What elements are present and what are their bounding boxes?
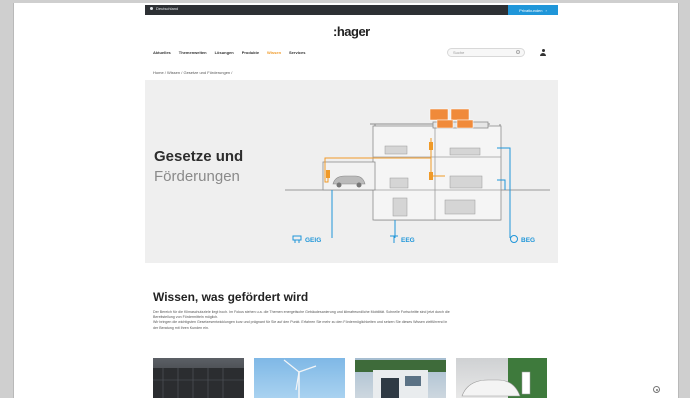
- nav-item-services[interactable]: Services: [289, 50, 305, 55]
- nav-item-aktuelles[interactable]: Aktuelles: [153, 50, 171, 55]
- location-pin-icon: [150, 7, 153, 10]
- beg-icon: [510, 235, 518, 243]
- user-icon[interactable]: [540, 49, 546, 56]
- wind-turbine-image: [283, 359, 317, 398]
- customer-type-label: Privatkunden: [519, 7, 543, 13]
- section-paragraph-2: Wir bringen die wichtigsten Gesetzesentw…: [153, 320, 448, 330]
- nav-item-produkte[interactable]: Produkte: [242, 50, 259, 55]
- hero-banner: GEIG EEG BEG Gesetze und Förderungen: [145, 80, 558, 263]
- teaser-image-house[interactable]: [355, 358, 446, 398]
- chevron-right-icon: ›: [545, 7, 547, 13]
- hero-title-line2: Förderungen: [154, 168, 240, 185]
- nav-item-themenwelten[interactable]: Themenwelten: [179, 50, 207, 55]
- building-facade-image: [153, 368, 244, 398]
- teaser-images: [153, 358, 547, 398]
- settings-fab-icon[interactable]: [653, 386, 660, 393]
- beg-label: BEG: [521, 237, 535, 244]
- main-nav: Aktuelles Themenwelten Lösungen Produkte…: [153, 50, 305, 55]
- geig-icon: [292, 235, 302, 243]
- hero-title-line1: Gesetze und: [154, 148, 244, 165]
- search-placeholder: Suche: [453, 50, 465, 55]
- breadcrumb[interactable]: Home / Wissen / Gesetze und Förderungen …: [153, 70, 232, 75]
- eeg-icon: [390, 235, 398, 243]
- geig-label: GEIG: [305, 237, 321, 244]
- ev-charging-image: [461, 358, 547, 398]
- teaser-image-wind-turbine[interactable]: [254, 358, 345, 398]
- hager-logo[interactable]: :hager: [333, 24, 370, 39]
- teaser-image-building[interactable]: [153, 358, 244, 398]
- section-paragraph-1: Der Bereich für die Klimaschutzziele lie…: [153, 310, 450, 320]
- country-label: Deutschland: [156, 6, 179, 11]
- nav-item-loesungen[interactable]: Lösungen: [215, 50, 234, 55]
- eeg-label: EEG: [401, 237, 415, 244]
- top-bar: Deutschland Privatkunden ›: [145, 5, 558, 15]
- nav-item-wissen[interactable]: Wissen: [267, 50, 281, 55]
- customer-type-button[interactable]: Privatkunden ›: [508, 5, 558, 15]
- search-icon[interactable]: [516, 50, 520, 54]
- modern-house-image: [355, 360, 446, 398]
- country-selector[interactable]: Deutschland: [150, 6, 178, 11]
- section-text: Der Bereich für die Klimaschutzziele lie…: [153, 310, 453, 331]
- teaser-image-charging[interactable]: [456, 358, 547, 398]
- search-input[interactable]: Suche: [447, 48, 525, 57]
- section-title: Wissen, was gefördert wird: [153, 290, 309, 304]
